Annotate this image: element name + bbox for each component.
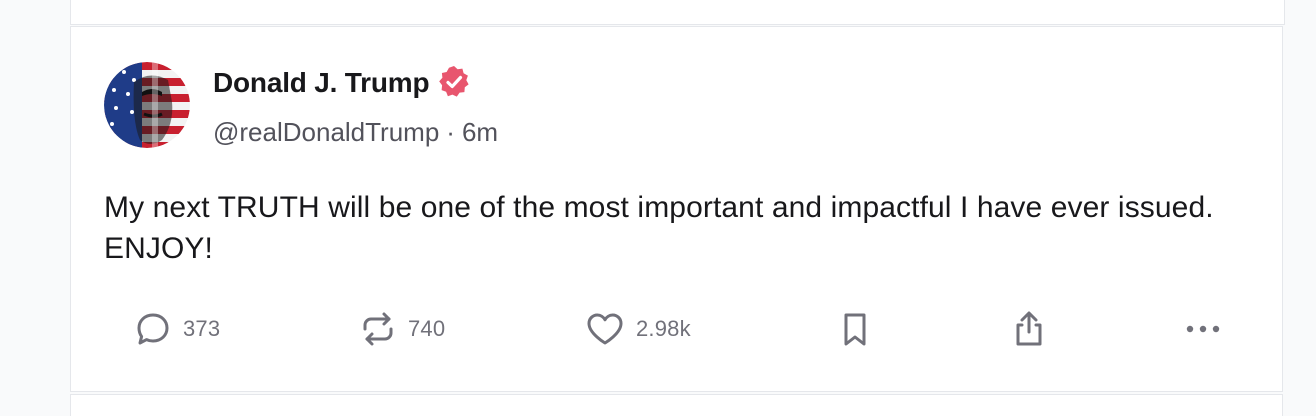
verified-badge-icon (437, 65, 471, 99)
bookmark-icon (835, 309, 875, 349)
avatar[interactable] (104, 62, 190, 148)
post-card[interactable]: Donald J. Trump @realDonaldTrump · 6m My n… (70, 26, 1283, 392)
retruth-icon (358, 309, 398, 349)
next-post-card (70, 394, 1283, 416)
reply-count: 373 (183, 316, 221, 341)
feed: Donald J. Trump @realDonaldTrump · 6m My n… (0, 0, 1316, 416)
meta-separator: · (446, 117, 455, 147)
heart-icon (584, 309, 626, 349)
post-body-text: My next TRUTH will be one of the most im… (104, 191, 1214, 265)
share-icon (1009, 309, 1049, 349)
author-display-name[interactable]: Donald J. Trump (213, 67, 430, 99)
author-meta: @realDonaldTrump · 6m (213, 117, 498, 148)
reply-icon (133, 309, 173, 349)
bookmark-button[interactable] (835, 309, 875, 349)
like-button[interactable]: 2.98k (584, 309, 691, 349)
post-timestamp[interactable]: 6m (462, 117, 498, 147)
more-icon (1183, 309, 1223, 349)
like-count: 2.98k (636, 316, 691, 341)
previous-post-card (70, 0, 1285, 25)
reply-button[interactable]: 373 (133, 309, 220, 349)
retruth-button[interactable]: 740 (358, 309, 445, 349)
more-options-button[interactable] (1183, 309, 1223, 349)
retruth-count: 740 (408, 316, 446, 341)
share-button[interactable] (1009, 309, 1049, 349)
author-handle[interactable]: @realDonaldTrump (213, 117, 439, 147)
avatar-image (104, 62, 190, 148)
